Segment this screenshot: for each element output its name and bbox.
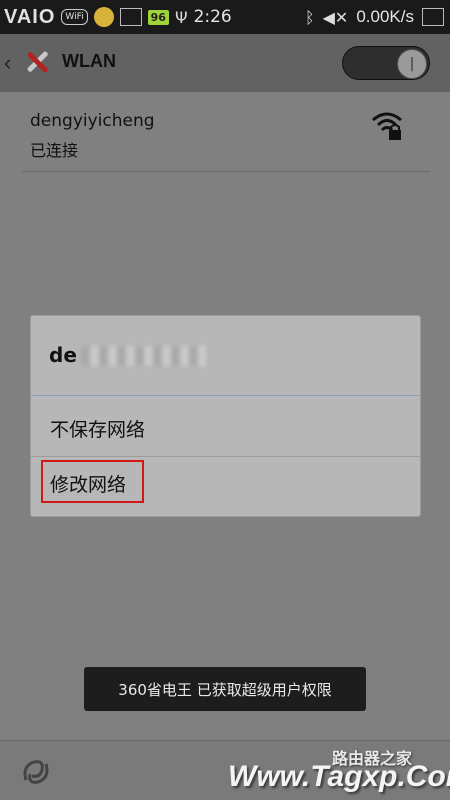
back-icon[interactable]: ‹ (4, 50, 11, 76)
watermark-main: Www.Tagxp.Com (228, 760, 450, 793)
wifi-lock-icon (372, 112, 402, 140)
mute-icon: ◀✕ (322, 7, 349, 27)
modify-network-option[interactable]: 修改网络 (31, 457, 420, 517)
net-speed: 0.00K/s (356, 7, 414, 26)
divider (22, 171, 430, 172)
settings-tools-icon[interactable] (22, 46, 54, 78)
network-status: 已连接 (30, 141, 79, 160)
toggle-knob[interactable]: | (397, 49, 427, 79)
wifi-icon: WiFi (61, 9, 88, 25)
forget-network-option[interactable]: 不保存网络 (31, 396, 420, 456)
screenshot-icon (422, 8, 444, 26)
status-left: VAIO WiFi 96 Ψ 2:26 (4, 5, 232, 29)
bottom-divider (0, 740, 450, 741)
image-icon (119, 8, 142, 26)
toast-text: 360省电王 已获取超级用户权限 (118, 681, 332, 699)
menu-item-label: 不保存网络 (50, 419, 146, 441)
app-notification-icon (93, 7, 114, 27)
usb-icon: Ψ (174, 7, 188, 27)
battery-badge: 96 (147, 9, 169, 25)
page-title: WLAN (62, 51, 116, 71)
wlan-toggle[interactable]: | (342, 46, 430, 80)
bluetooth-icon: ᛒ (305, 7, 315, 27)
network-options-dialog: de 不保存网络 修改网络 (31, 316, 420, 516)
brand-logo: VAIO (4, 5, 56, 28)
status-bar: VAIO WiFi 96 Ψ 2:26 ᛒ ◀✕ 0.00K/s (0, 0, 450, 34)
clock: 2:26 (193, 7, 232, 27)
toast: 360省电王 已获取超级用户权限 (84, 667, 366, 711)
list-item-network[interactable]: dengyiyicheng 已连接 (0, 92, 450, 172)
network-name: dengyiyicheng (30, 111, 155, 131)
action-bar: ‹ WLAN | (0, 34, 450, 92)
wps-icon[interactable] (18, 754, 54, 790)
redacted-text (81, 346, 209, 366)
dialog-header: de (31, 316, 420, 395)
menu-item-label: 修改网络 (50, 474, 127, 496)
status-right: ᛒ ◀✕ 0.00K/s (305, 5, 444, 29)
dialog-title: de (49, 343, 77, 367)
